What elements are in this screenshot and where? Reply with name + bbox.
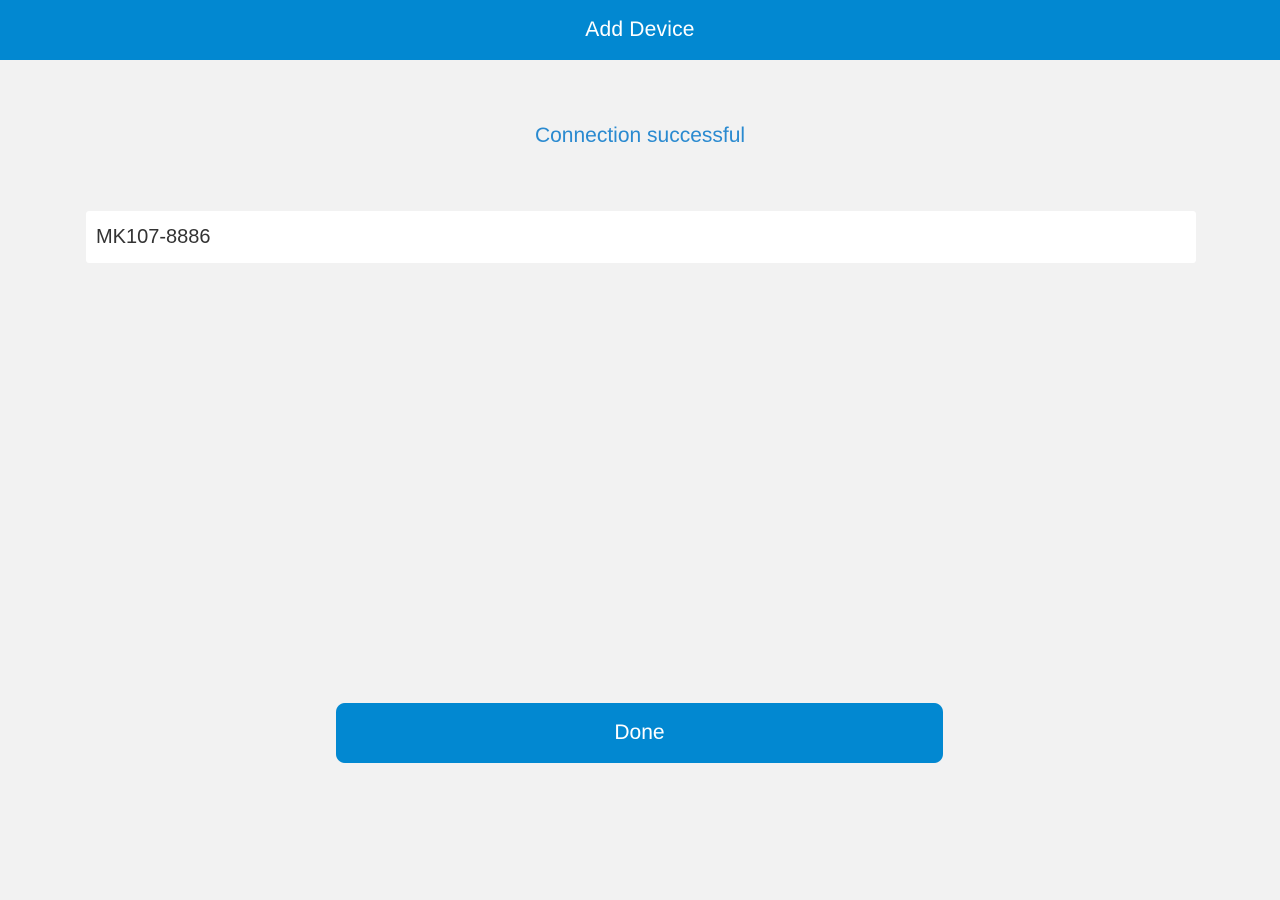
done-button-label: Done — [614, 721, 665, 744]
device-name-field[interactable]: MK107-8886 — [86, 211, 1196, 263]
app-bar: Add Device — [0, 0, 1280, 60]
done-button[interactable]: Done — [336, 703, 943, 763]
device-name-value: MK107-8886 — [96, 225, 211, 248]
connection-status-message: Connection successful — [534, 124, 746, 147]
page-title: Add Device — [585, 18, 695, 41]
